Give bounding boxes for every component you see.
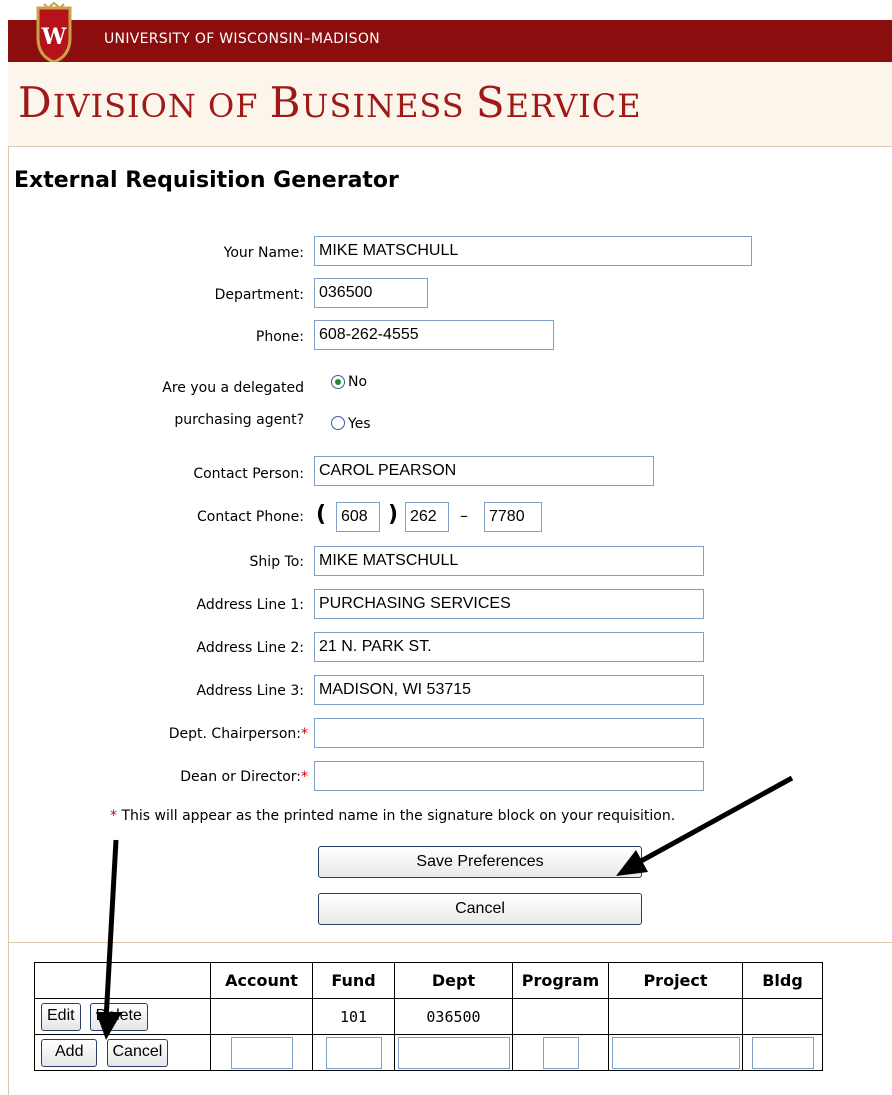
fund-input-cell	[312, 1034, 395, 1071]
contact-phone-label: Contact Phone:	[196, 509, 304, 525]
cancel-row-button[interactable]: Cancel	[106, 1038, 169, 1067]
header-actions	[34, 962, 211, 999]
left-divider	[8, 146, 9, 1095]
division-banner: DIVISION OF BUSINESS SERVICE	[8, 62, 892, 147]
account-cell	[210, 998, 313, 1035]
chairperson-label: Dept. Chairperson:*	[168, 726, 308, 742]
dean-director-input[interactable]	[314, 761, 704, 791]
delete-button[interactable]: Delete	[89, 1002, 148, 1031]
dean-director-label: Dean or Director:*	[180, 769, 308, 785]
account-input[interactable]	[230, 1036, 293, 1069]
university-bar: UNIVERSITY OF WISCONSIN–MADISON	[8, 20, 892, 62]
address3-label: Address Line 3:	[196, 683, 304, 699]
header-bldg: Bldg	[742, 962, 823, 999]
table-row: Edit Delete 101 036500	[34, 998, 823, 1035]
phone-label: Phone:	[255, 329, 304, 345]
phone-close-paren: )	[388, 502, 399, 527]
program-cell	[512, 998, 609, 1035]
delegated-no-radio[interactable]	[331, 375, 345, 389]
dept-input-cell	[394, 1034, 513, 1071]
department-label: Department:	[214, 287, 304, 303]
header-account: Account	[210, 962, 313, 999]
address3-input[interactable]: MADISON, WI 53715	[314, 675, 704, 705]
contact-phone-line-input[interactable]: 7780	[484, 502, 542, 532]
bldg-input[interactable]	[751, 1036, 814, 1069]
new-row-actions-cell: Add Cancel	[34, 1034, 211, 1071]
fund-input[interactable]	[325, 1036, 382, 1069]
delegated-no-label: No	[348, 374, 368, 390]
address2-label: Address Line 2:	[196, 640, 304, 656]
chairperson-input[interactable]	[314, 718, 704, 748]
phone-input[interactable]: 608-262-4555	[314, 320, 554, 350]
header-project: Project	[608, 962, 743, 999]
delegated-yes-label: Yes	[348, 416, 371, 432]
table-header-row: Account Fund Dept Program Project Bldg	[34, 962, 823, 999]
project-input[interactable]	[611, 1036, 740, 1069]
uw-crest-icon: W	[36, 2, 72, 64]
page-title: External Requisition Generator	[14, 168, 399, 193]
contact-person-input[interactable]: CAROL PEARSON	[314, 456, 654, 486]
svg-text:W: W	[41, 24, 67, 50]
account-input-cell	[210, 1034, 313, 1071]
project-input-cell	[608, 1034, 743, 1071]
funding-table: Account Fund Dept Program Project Bldg E…	[34, 962, 823, 1071]
save-preferences-button[interactable]: Save Preferences	[318, 846, 642, 878]
contact-phone-area-input[interactable]: 608	[336, 502, 380, 532]
section-divider	[8, 942, 892, 943]
bldg-cell	[742, 998, 823, 1035]
your-name-input[interactable]: MIKE MATSCHULL	[314, 236, 752, 266]
cancel-button[interactable]: Cancel	[318, 893, 642, 925]
dept-cell: 036500	[394, 998, 513, 1035]
delegated-label-line1: Are you a delegated	[162, 380, 304, 396]
project-cell	[608, 998, 743, 1035]
edit-button[interactable]: Edit	[41, 1002, 81, 1031]
header-dept: Dept	[394, 962, 513, 999]
contact-person-label: Contact Person:	[193, 466, 304, 482]
header-fund: Fund	[312, 962, 395, 999]
address2-input[interactable]: 21 N. PARK ST.	[314, 632, 704, 662]
bldg-input-cell	[742, 1034, 823, 1071]
delegated-label-line2: purchasing agent?	[174, 412, 304, 428]
division-title: DIVISION OF BUSINESS SERVICE	[18, 78, 642, 127]
program-input[interactable]	[542, 1036, 579, 1069]
department-input[interactable]: 036500	[314, 278, 428, 308]
program-input-cell	[512, 1034, 609, 1071]
header-program: Program	[512, 962, 609, 999]
fund-cell: 101	[312, 998, 395, 1035]
row-actions-cell: Edit Delete	[34, 998, 211, 1035]
ship-to-input[interactable]: MIKE MATSCHULL	[314, 546, 704, 576]
your-name-label: Your Name:	[223, 245, 304, 261]
phone-dash: –	[460, 506, 468, 525]
phone-open-paren: (	[316, 502, 327, 527]
delegated-yes-radio[interactable]	[331, 416, 345, 430]
contact-phone-prefix-input[interactable]: 262	[405, 502, 449, 532]
signature-note: * This will appear as the printed name i…	[110, 808, 676, 824]
ship-to-label: Ship To:	[249, 554, 304, 570]
table-row-new: Add Cancel	[34, 1034, 823, 1071]
add-button[interactable]: Add	[41, 1038, 98, 1067]
university-name: UNIVERSITY OF WISCONSIN–MADISON	[104, 31, 380, 47]
address1-input[interactable]: PURCHASING SERVICES	[314, 589, 704, 619]
dept-input[interactable]	[397, 1036, 510, 1069]
address1-label: Address Line 1:	[196, 597, 304, 613]
